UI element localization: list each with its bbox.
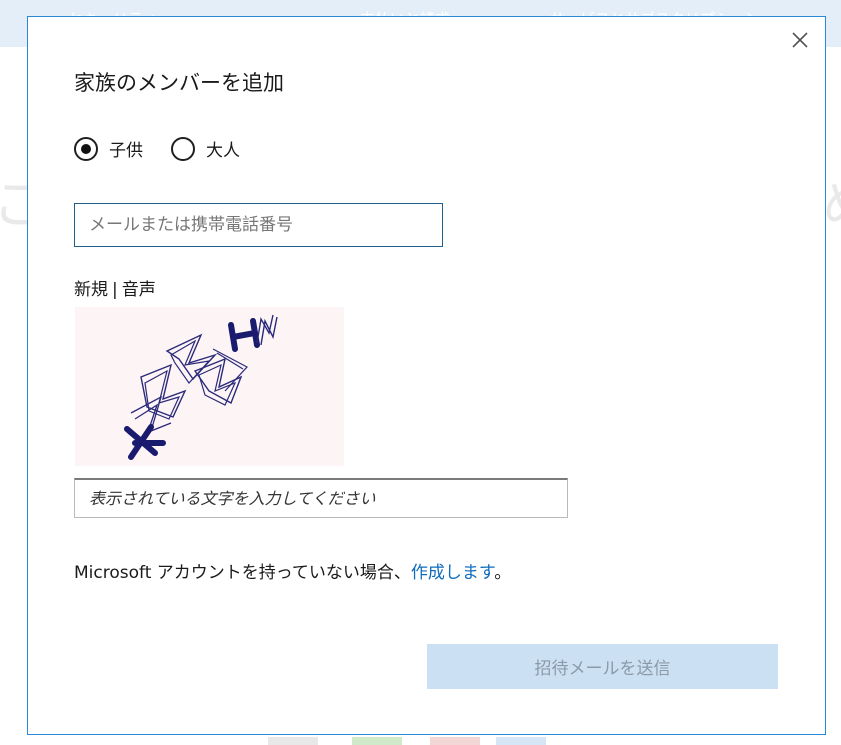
- radio-option-adult[interactable]: 大人: [171, 136, 240, 161]
- close-icon: [792, 32, 808, 48]
- radio-label-child: 子供: [109, 141, 143, 161]
- background-tile: [496, 737, 546, 745]
- create-account-line: Microsoft アカウントを持っていない場合、作成します。: [74, 558, 511, 583]
- add-family-member-dialog: 家族のメンバーを追加 子供 大人 新規|音声: [27, 16, 826, 735]
- member-type-radio-group: 子供 大人: [74, 136, 268, 161]
- background-tile: [352, 737, 402, 745]
- create-account-text: Microsoft アカウントを持っていない場合、: [74, 563, 411, 583]
- captcha-image: [75, 307, 344, 466]
- captcha-glyphs: [124, 314, 278, 460]
- captcha-options: 新規 | 音声: [74, 275, 156, 300]
- radio-button-child[interactable]: [74, 136, 98, 161]
- captcha-link-separator: |: [112, 280, 118, 300]
- background-tile: [268, 737, 318, 745]
- email-or-phone-input[interactable]: [74, 203, 443, 247]
- close-button[interactable]: [789, 29, 811, 51]
- radio-button-adult[interactable]: [171, 136, 195, 161]
- radio-label-adult: 大人: [206, 141, 240, 161]
- captcha-audio-link[interactable]: 音声: [122, 280, 156, 300]
- captcha-new-link[interactable]: 新規: [74, 280, 108, 300]
- create-account-suffix: 。: [494, 563, 512, 583]
- radio-selected-dot: [81, 143, 91, 154]
- send-invitation-button[interactable]: 招待メールを送信: [427, 644, 778, 689]
- radio-option-child[interactable]: 子供: [74, 136, 143, 161]
- dialog-title: 家族のメンバーを追加: [74, 71, 284, 95]
- background-tile: [430, 737, 480, 745]
- captcha-text-input[interactable]: [74, 478, 568, 518]
- create-account-link[interactable]: 作成します: [411, 563, 494, 583]
